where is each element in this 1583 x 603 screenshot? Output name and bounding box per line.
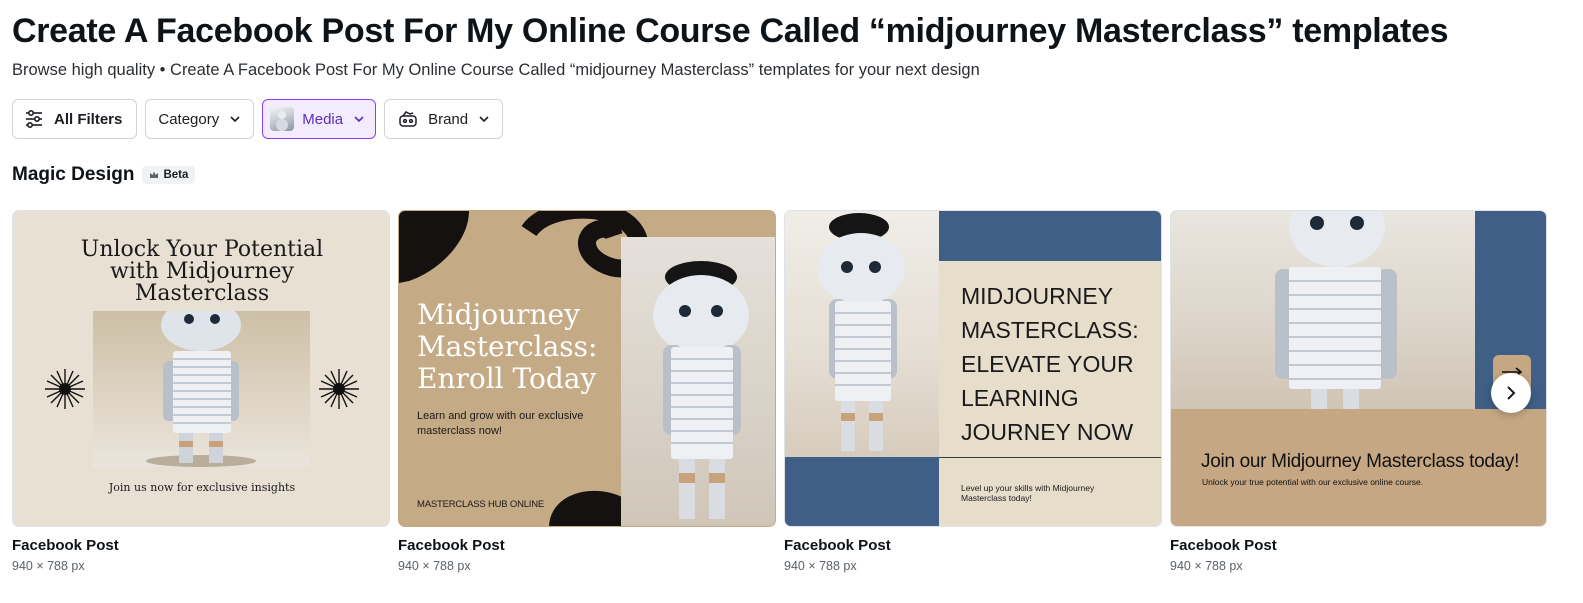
card-dims: 940 × 788 px — [1170, 559, 1243, 573]
brand-dropdown[interactable]: Brand — [384, 99, 504, 139]
blue-block-bottom — [785, 457, 939, 526]
robot-photo — [785, 211, 939, 457]
media-dropdown[interactable]: Media — [262, 99, 377, 139]
category-label: Category — [158, 110, 220, 128]
card-footer: MASTERCLASS HUB ONLINE — [417, 499, 545, 510]
media-thumbnail — [270, 107, 295, 131]
section-heading: Magic Design Beta — [12, 164, 196, 186]
starburst-right — [319, 369, 359, 409]
crown-icon — [150, 171, 159, 178]
chevron-down-icon — [478, 113, 490, 125]
sliders-icon — [23, 108, 45, 130]
card-headline: Join our Midjourney Masterclass today! — [1201, 451, 1520, 472]
card-body: Level up your skills with Midjourney Mas… — [961, 483, 1095, 503]
chevron-down-icon — [229, 113, 241, 125]
blue-block-top — [939, 211, 1161, 261]
section-title: Magic Design — [12, 164, 135, 185]
card-label: Facebook Post — [1170, 537, 1277, 554]
starburst-left — [45, 369, 85, 409]
card-headline: MIDJOURNEY MASTERCLASS: ELEVATE YOUR LEA… — [961, 283, 1139, 445]
card-body: Unlock your true potential with our excl… — [1202, 477, 1424, 487]
card-headline: Midjourney Masterclass: Enroll Today — [417, 298, 598, 395]
card-dims: 940 × 788 px — [784, 559, 857, 573]
template-card[interactable]: Unlock Your Potential with Midjourney Ma… — [12, 210, 390, 527]
card-label: Facebook Post — [398, 537, 505, 554]
template-card[interactable]: MIDJOURNEY MASTERCLASS: ELEVATE YOUR LEA… — [784, 210, 1162, 527]
robot-photo — [93, 311, 310, 467]
robot-photo — [1171, 211, 1475, 409]
card-headline: Unlock Your Potential with Midjourney Ma… — [80, 237, 324, 306]
chevron-down-icon — [353, 113, 365, 125]
brand-kit-icon — [397, 108, 419, 130]
chevron-right-icon — [1507, 386, 1516, 400]
divider-line — [939, 457, 1161, 458]
card-dims: 940 × 788 px — [12, 559, 85, 573]
brand-label: Brand — [428, 110, 469, 128]
carousel-next-button[interactable] — [1491, 373, 1531, 413]
beta-badge: Beta — [142, 166, 196, 184]
page-subtitle: Browse high quality • Create A Facebook … — [12, 61, 980, 79]
category-dropdown[interactable]: Category — [145, 99, 255, 139]
template-card[interactable]: Midjourney Masterclass: Enroll Today Lea… — [398, 210, 776, 527]
card-body: Learn and grow with our exclusive master… — [417, 410, 584, 437]
page-title: Create A Facebook Post For My Online Cou… — [12, 12, 1449, 50]
robot-photo — [621, 237, 775, 526]
all-filters-label: All Filters — [54, 110, 123, 128]
card-label: Facebook Post — [12, 537, 119, 554]
all-filters-button[interactable]: All Filters — [12, 99, 138, 139]
media-label: Media — [302, 110, 344, 128]
template-card[interactable]: Join our Midjourney Masterclass today! U… — [1170, 210, 1547, 527]
card-dims: 940 × 788 px — [398, 559, 471, 573]
card-label: Facebook Post — [784, 537, 891, 554]
card-footer: Join us now for exclusive insights — [108, 481, 296, 494]
filter-bar: All Filters Category Media Brand — [12, 99, 504, 139]
